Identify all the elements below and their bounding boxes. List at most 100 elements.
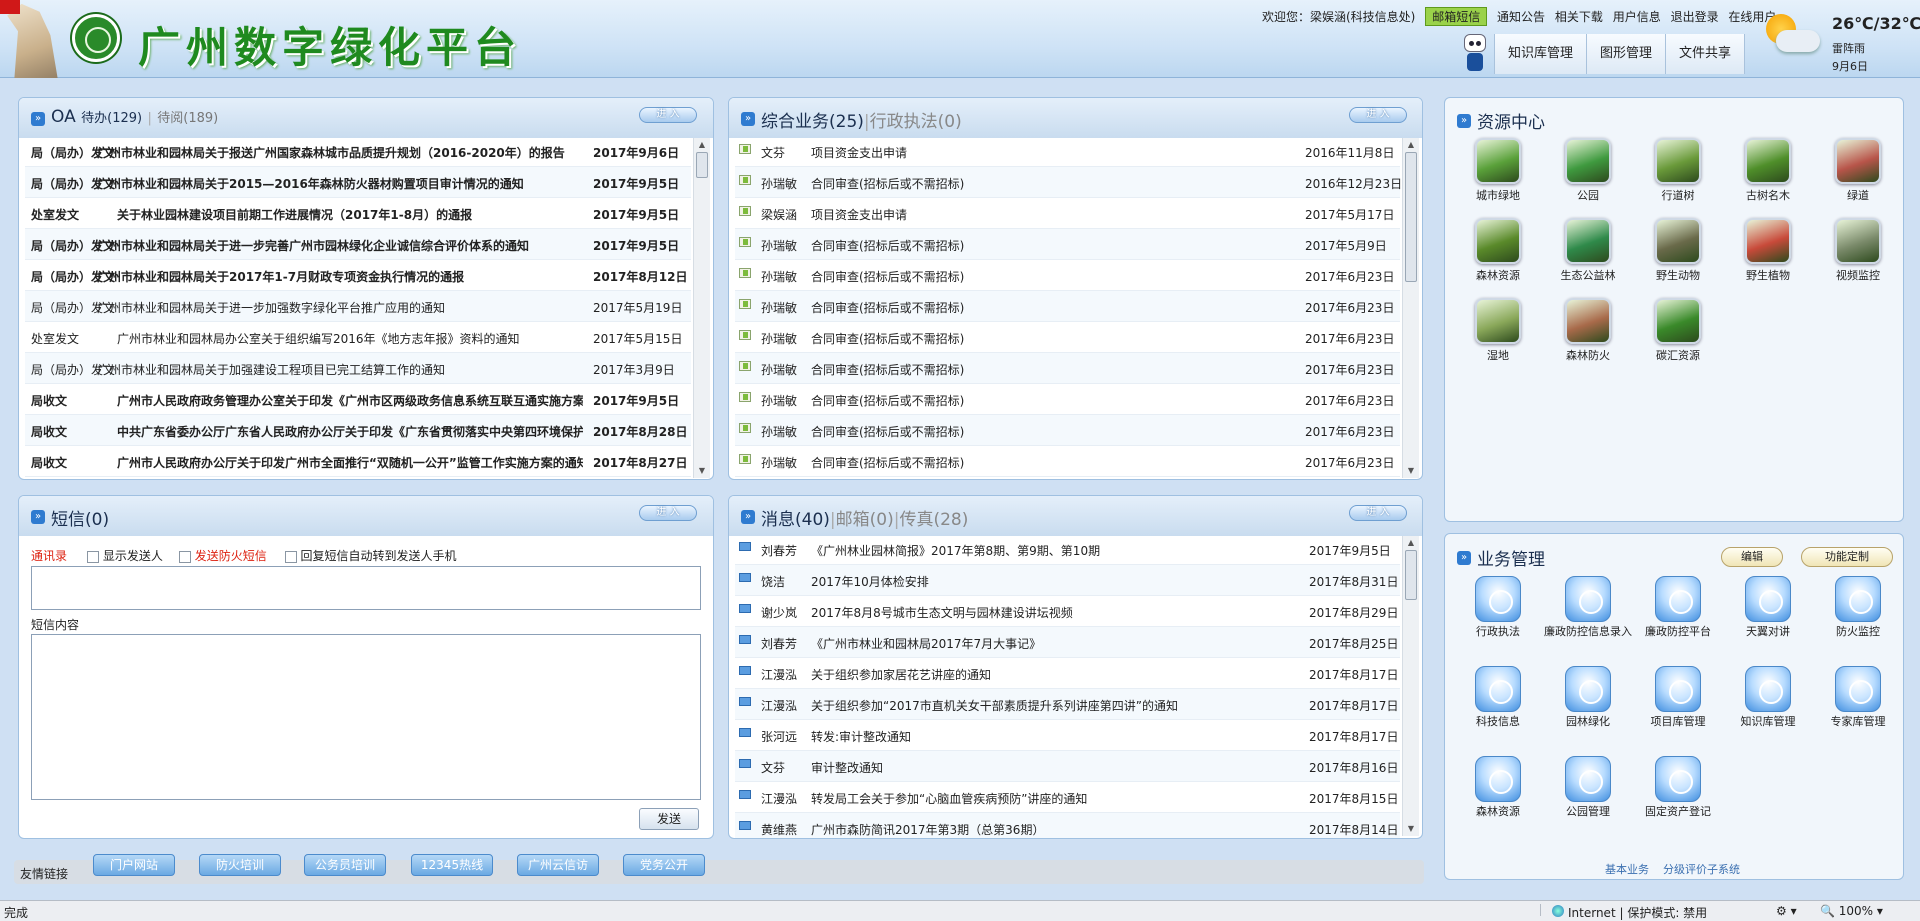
- custom-function-button[interactable]: 功能定制: [1801, 547, 1893, 567]
- msg-scrollbar[interactable]: ▲ ▼: [1402, 536, 1419, 836]
- oa-read[interactable]: 待阅(189): [157, 111, 218, 126]
- table-row[interactable]: 孙瑞敏 合同审查(招标后或不需招标) 2017年6月23日: [735, 446, 1400, 477]
- oa-doc-title[interactable]: 广州市林业和园林局关于加强建设工程项目已完工结算工作的通知: [97, 361, 583, 378]
- business-item[interactable]: 廉政防控信息录入: [1543, 576, 1633, 638]
- biz-item[interactable]: 项目资金支出申请: [811, 206, 907, 223]
- table-row[interactable]: 孙瑞敏 合同审查(招标后或不需招标) 2017年6月23日: [735, 291, 1400, 322]
- msg-enter-button[interactable]: 进 入: [1349, 505, 1407, 521]
- msg-subject[interactable]: 关于组织参加“2017市直机关女干部素质提升系列讲座第四讲”的通知: [811, 697, 1291, 714]
- table-row[interactable]: 江漫泓 关于组织参加家居花艺讲座的通知 2017年8月17日: [735, 658, 1400, 689]
- biz-enter-button[interactable]: 进 入: [1349, 107, 1407, 123]
- table-row[interactable]: 局（局办）发文 广州市林业和园林局关于进一步完善广州市园林绿化企业诚信综合评价体系…: [25, 229, 691, 260]
- sms-enter-button[interactable]: 进 入: [639, 505, 697, 521]
- table-row[interactable]: 局（局办）发文 广州市林业和园林局关于进一步加强数字绿化平台推广应用的通知 2017…: [25, 291, 691, 322]
- table-row[interactable]: 梁娱涵 项目资金支出申请 2017年5月17日: [735, 198, 1400, 229]
- resource-item[interactable]: 公园: [1543, 138, 1633, 203]
- business-item[interactable]: 固定资产登记: [1633, 756, 1723, 818]
- friend-link-button[interactable]: 公务员培训: [304, 854, 386, 876]
- business-item[interactable]: 天翼对讲: [1723, 576, 1813, 638]
- business-item[interactable]: 森林资源: [1453, 756, 1543, 818]
- nav-file-share[interactable]: 文件共享: [1665, 34, 1746, 74]
- biz-item[interactable]: 合同审查(招标后或不需招标): [811, 175, 964, 192]
- table-row[interactable]: 张河远 转发:审计整改通知 2017年8月17日: [735, 720, 1400, 751]
- msg-subject[interactable]: 关于组织参加家居花艺讲座的通知: [811, 666, 1291, 683]
- security-settings-icon[interactable]: ⚙ ▾: [1776, 904, 1797, 918]
- biz-item[interactable]: 合同审查(招标后或不需招标): [811, 423, 964, 440]
- resource-item[interactable]: 绿道: [1813, 138, 1903, 203]
- oa-doc-title[interactable]: 关于林业园林建设项目前期工作进展情况（2017年1-8月）的通报: [117, 206, 583, 223]
- table-row[interactable]: 局收文 广州市人民政府政务管理办公室关于印发《广州市区两级政务信息系统互联互通实施…: [25, 384, 691, 415]
- oa-enter-button[interactable]: 进 入: [639, 107, 697, 123]
- friend-link-button[interactable]: 12345热线: [411, 854, 493, 876]
- business-item[interactable]: 项目库管理: [1633, 666, 1723, 728]
- resource-item[interactable]: 城市绿地: [1453, 138, 1543, 203]
- business-item[interactable]: 园林绿化: [1543, 666, 1633, 728]
- resource-item[interactable]: 森林防火: [1543, 298, 1633, 363]
- table-row[interactable]: 局（局办）发文 广州市林业和园林局关于加强建设工程项目已完工结算工作的通知 2017…: [25, 353, 691, 384]
- oa-doc-title[interactable]: 广州市人民政府办公厅关于印发广州市全面推行“双随机一公开”监管工作实施方案的通知: [117, 454, 583, 471]
- friend-link-button[interactable]: 防火培训: [199, 854, 281, 876]
- zoom-level[interactable]: 🔍 100% ▾: [1820, 904, 1883, 918]
- msg-subject[interactable]: 转发:审计整改通知: [811, 728, 1291, 745]
- robot-icon[interactable]: [1462, 34, 1488, 72]
- business-item[interactable]: 科技信息: [1453, 666, 1543, 728]
- biz-item[interactable]: 合同审查(招标后或不需招标): [811, 268, 964, 285]
- link-logout[interactable]: 退出登录: [1671, 10, 1719, 24]
- oa-doc-title[interactable]: 广州市林业和园林局关于报送广州国家森林城市品质提升规划（2016-2020年）的…: [97, 144, 583, 161]
- resource-item[interactable]: 湿地: [1453, 298, 1543, 363]
- table-row[interactable]: 刘春芳 《广州市林业和园林局2017年7月大事记》 2017年8月25日: [735, 627, 1400, 658]
- business-item[interactable]: 专家库管理: [1813, 666, 1903, 728]
- oa-doc-title[interactable]: 广州市林业和园林局关于进一步加强数字绿化平台推广应用的通知: [97, 299, 583, 316]
- resource-item[interactable]: 森林资源: [1453, 218, 1543, 283]
- table-row[interactable]: 孙瑞敏 合同审查(招标后或不需招标) 2016年12月23日: [735, 167, 1402, 198]
- biz-item[interactable]: 合同审查(招标后或不需招标): [811, 392, 964, 409]
- business-item[interactable]: 防火监控: [1813, 576, 1903, 638]
- resource-item[interactable]: 生态公益林: [1543, 218, 1633, 283]
- tab-integrated[interactable]: 综合业务(25): [761, 112, 864, 132]
- table-row[interactable]: 处室发文 关于林业园林建设项目前期工作进展情况（2017年1-8月）的通报 2017…: [25, 198, 691, 229]
- tab-fax[interactable]: 传真(28): [899, 510, 968, 530]
- friend-link-button[interactable]: 党务公开: [623, 854, 705, 876]
- oa-doc-title[interactable]: 中共广东省委办公厅广东省人民政府办公厅关于印发《广东省贯彻落实中央第四环境保护督: [117, 423, 583, 440]
- msg-subject[interactable]: 2017年8月8号城市生态文明与园林建设讲坛视频: [811, 604, 1291, 621]
- oa-scrollbar[interactable]: ▲ ▼: [693, 138, 710, 478]
- table-row[interactable]: 文芬 项目资金支出申请 2016年11月8日: [735, 136, 1400, 167]
- fire-sms-checkbox[interactable]: [178, 550, 191, 563]
- oa-doc-title[interactable]: 广州市林业和园林局关于2017年1-7月财政专项资金执行情况的通报: [97, 268, 583, 285]
- business-item[interactable]: 行政执法: [1453, 576, 1543, 638]
- mail-sms-button[interactable]: 邮箱短信: [1425, 7, 1488, 26]
- resource-item[interactable]: 行道树: [1633, 138, 1723, 203]
- biz-item[interactable]: 项目资金支出申请: [811, 144, 907, 161]
- resource-item[interactable]: 视频监控: [1813, 218, 1903, 283]
- link-notice[interactable]: 通知公告: [1497, 10, 1545, 24]
- biz-scrollbar[interactable]: ▲ ▼: [1402, 138, 1419, 478]
- msg-subject[interactable]: 2017年10月体检安排: [811, 573, 1291, 590]
- table-row[interactable]: 江漫泓 转发局工会关于参加“心脑血管疾病预防”讲座的通知 2017年8月15日: [735, 782, 1400, 813]
- sms-content-textarea[interactable]: [31, 634, 701, 800]
- nav-graphics[interactable]: 图形管理: [1586, 34, 1666, 74]
- table-row[interactable]: 局（局办）发文 广州市林业和园林局关于2015—2016年森林防火器材购置项目审计…: [25, 167, 691, 198]
- msg-subject[interactable]: 《广州林业园林简报》2017年第8期、第9期、第10期: [811, 542, 1291, 559]
- table-row[interactable]: 局（局办）发文 广州市林业和园林局关于报送广州国家森林城市品质提升规划（2016-…: [25, 136, 691, 167]
- table-row[interactable]: 江漫泓 关于组织参加“2017市直机关女干部素质提升系列讲座第四讲”的通知 2017…: [735, 689, 1400, 720]
- basic-business-link[interactable]: 基本业务: [1605, 863, 1649, 876]
- table-row[interactable]: 刘春芳 《广州林业园林简报》2017年第8期、第9期、第10期 2017年9月5日: [735, 534, 1400, 565]
- msg-subject[interactable]: 《广州市林业和园林局2017年7月大事记》: [811, 635, 1291, 652]
- oa-doc-title[interactable]: 广州市林业和园林局关于进一步完善广州市园林绿化企业诚信综合评价体系的通知: [97, 237, 583, 254]
- link-userinfo[interactable]: 用户信息: [1613, 10, 1661, 24]
- business-item[interactable]: 知识库管理: [1723, 666, 1813, 728]
- nav-knowledge[interactable]: 知识库管理: [1494, 34, 1587, 74]
- grading-system-link[interactable]: 分级评价子系统: [1663, 863, 1740, 876]
- biz-item[interactable]: 合同审查(招标后或不需招标): [811, 237, 964, 254]
- table-row[interactable]: 谢少岚 2017年8月8号城市生态文明与园林建设讲坛视频 2017年8月29日: [735, 596, 1400, 627]
- contacts-link[interactable]: 通讯录: [31, 549, 67, 563]
- send-button[interactable]: 发送: [639, 808, 699, 830]
- table-row[interactable]: 孙瑞敏 合同审查(招标后或不需招标) 2017年6月23日: [735, 260, 1400, 291]
- table-row[interactable]: 孙瑞敏 合同审查(招标后或不需招标) 2017年6月23日: [735, 322, 1400, 353]
- friend-link-button[interactable]: 广州云信访: [517, 854, 599, 876]
- biz-item[interactable]: 合同审查(招标后或不需招标): [811, 454, 964, 471]
- oa-doc-title[interactable]: 广州市林业和园林局办公室关于组织编写2016年《地方志年报》资料的通知: [117, 330, 583, 347]
- link-download[interactable]: 相关下载: [1555, 10, 1603, 24]
- resource-item[interactable]: 古树名木: [1723, 138, 1813, 203]
- oa-doc-title[interactable]: 广州市林业和园林局关于2015—2016年森林防火器材购置项目审计情况的通知: [97, 175, 583, 192]
